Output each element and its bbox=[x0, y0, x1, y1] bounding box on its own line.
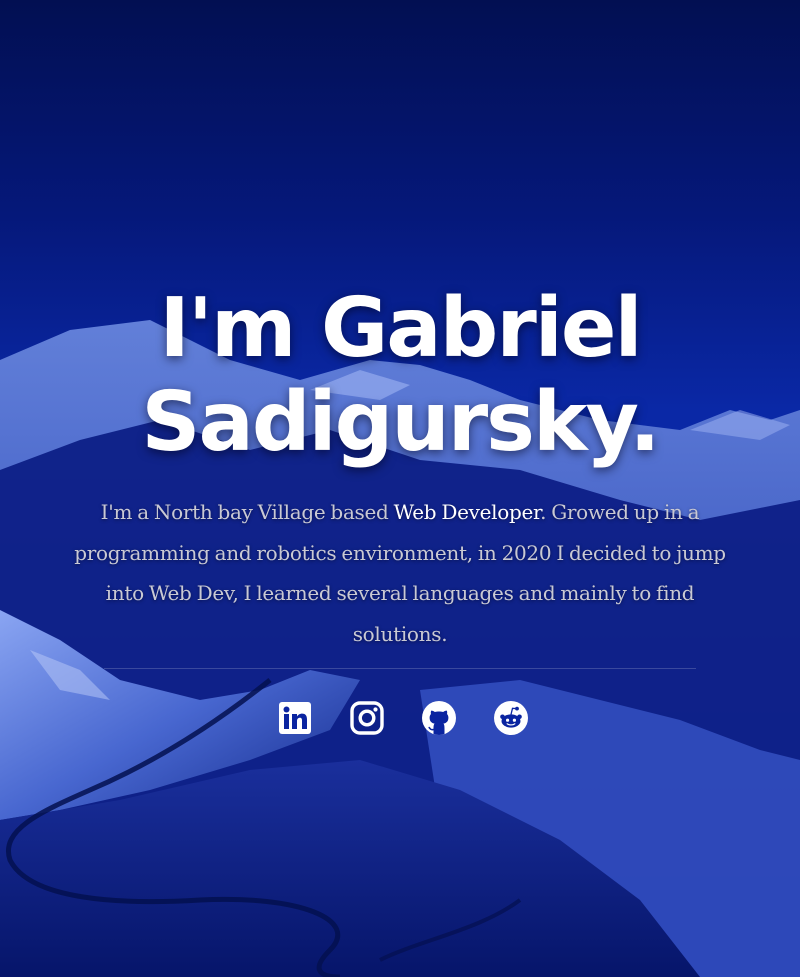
headline-line-1: I'm Gabriel bbox=[159, 281, 642, 376]
hero-intro: I'm a North bay Village based Web Develo… bbox=[58, 492, 742, 654]
intro-highlight: Web Developer bbox=[393, 500, 541, 524]
instagram-icon bbox=[350, 701, 384, 735]
linkedin-icon bbox=[279, 702, 311, 734]
github-link[interactable] bbox=[421, 700, 457, 736]
github-icon bbox=[422, 701, 456, 735]
hero-headline: I'm Gabriel Sadigursky. bbox=[0, 282, 800, 470]
reddit-link[interactable] bbox=[493, 700, 529, 736]
linkedin-link[interactable] bbox=[277, 700, 313, 736]
social-links bbox=[0, 700, 800, 736]
reddit-icon bbox=[494, 701, 528, 735]
instagram-link[interactable] bbox=[349, 700, 385, 736]
headline-line-2: Sadigursky. bbox=[141, 375, 660, 470]
intro-text-start: I'm a North bay Village based bbox=[100, 500, 394, 524]
hero-divider bbox=[104, 668, 696, 669]
hero-section: I'm Gabriel Sadigursky. I'm a North bay … bbox=[0, 0, 800, 977]
